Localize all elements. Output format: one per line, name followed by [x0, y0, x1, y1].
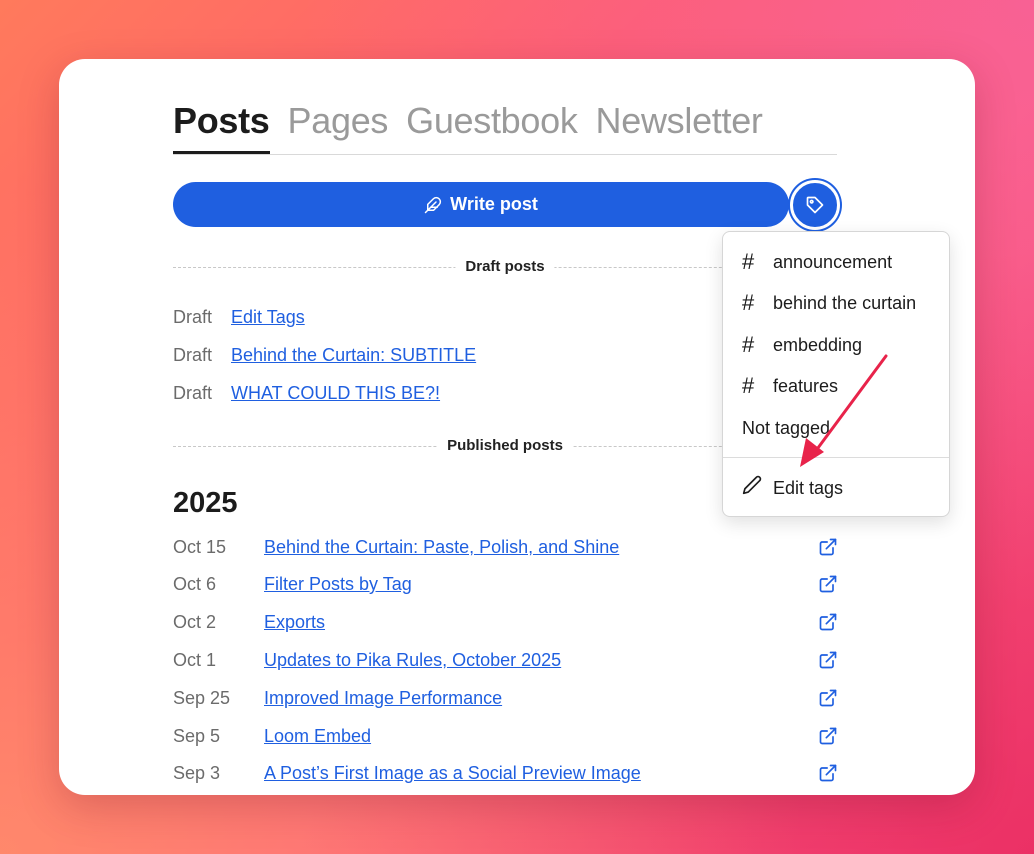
draft-status: Draft [173, 383, 213, 403]
post-row: Sep 5 Loom Embed [173, 723, 837, 749]
tab-bar: Posts Pages Guestbook Newsletter [173, 99, 837, 155]
draft-link[interactable]: Edit Tags [231, 305, 305, 329]
published-posts-heading: Published posts [437, 436, 573, 456]
tag-label: behind the curtain [773, 292, 917, 313]
hashtag-icon: # [742, 249, 755, 274]
post-date: Sep 25 [173, 688, 231, 708]
draft-status: Draft [173, 345, 213, 365]
edit-tags-menu-item[interactable]: Edit tags [723, 472, 949, 504]
post-link[interactable]: A Post’s First Image as a Social Preview… [264, 760, 641, 786]
year-heading: 2025 [173, 487, 238, 519]
tag-filter-button[interactable] [790, 180, 840, 230]
write-post-label: Write post [450, 194, 538, 214]
external-link-icon[interactable] [818, 763, 838, 783]
not-tagged-label: Not tagged [742, 417, 831, 438]
tag-menu-item-announcement[interactable]: # announcement [723, 246, 949, 278]
post-row: Sep 3 A Post’s First Image as a Social P… [173, 760, 837, 786]
post-date: Sep 3 [173, 763, 221, 783]
tab-pages[interactable]: Pages [288, 99, 389, 154]
hashtag-icon: # [742, 290, 755, 315]
draft-row: Draft WHAT COULD THIS BE?! [173, 381, 440, 405]
post-date: Sep 5 [173, 726, 221, 746]
tab-guestbook[interactable]: Guestbook [406, 99, 578, 154]
post-row: Oct 2 Exports [173, 609, 837, 635]
post-link[interactable]: Updates to Pika Rules, October 2025 [264, 647, 561, 673]
tag-menu-item-not-tagged[interactable]: Not tagged [723, 412, 949, 444]
app-window: Posts Pages Guestbook Newsletter Write p… [59, 59, 975, 795]
menu-separator [723, 457, 949, 458]
post-row: Sep 25 Improved Image Performance [173, 685, 837, 711]
tag-label: embedding [773, 334, 863, 355]
external-link-icon[interactable] [818, 574, 838, 594]
edit-tags-label: Edit tags [773, 477, 844, 498]
tab-newsletter[interactable]: Newsletter [596, 99, 763, 154]
write-post-button[interactable]: Write post [173, 182, 789, 227]
tab-posts[interactable]: Posts [173, 99, 270, 154]
external-link-icon[interactable] [818, 650, 838, 670]
external-link-icon[interactable] [818, 688, 838, 708]
draft-row: Draft Behind the Curtain: SUBTITLE [173, 343, 476, 367]
post-row: Oct 15 Behind the Curtain: Paste, Polish… [173, 534, 837, 560]
post-link[interactable]: Behind the Curtain: Paste, Polish, and S… [264, 534, 619, 560]
post-link[interactable]: Exports [264, 609, 325, 635]
tag-menu-item-behind-the-curtain[interactable]: # behind the curtain [723, 287, 949, 319]
external-link-icon[interactable] [818, 537, 838, 557]
draft-posts-heading: Draft posts [455, 257, 555, 277]
post-link[interactable]: Filter Posts by Tag [264, 571, 412, 597]
feather-icon [424, 196, 442, 213]
post-date: Oct 15 [173, 537, 227, 557]
external-link-icon[interactable] [818, 612, 838, 632]
tag-filter-menu: # announcement # behind the curtain # em… [722, 231, 950, 517]
draft-row: Draft Edit Tags [173, 305, 305, 329]
tag-menu-item-features[interactable]: # features [723, 370, 949, 402]
post-date: Oct 1 [173, 650, 217, 670]
post-row: Oct 1 Updates to Pika Rules, October 202… [173, 647, 837, 673]
post-link[interactable]: Improved Image Performance [264, 685, 502, 711]
tag-label: announcement [773, 251, 893, 272]
external-link-icon[interactable] [818, 726, 838, 746]
draft-link[interactable]: WHAT COULD THIS BE?! [231, 381, 440, 405]
post-row: Oct 6 Filter Posts by Tag [173, 571, 837, 597]
tag-icon [806, 196, 824, 214]
hashtag-icon: # [742, 332, 755, 357]
post-date: Oct 2 [173, 612, 217, 632]
draft-link[interactable]: Behind the Curtain: SUBTITLE [231, 343, 476, 367]
post-link[interactable]: Loom Embed [264, 723, 371, 749]
hashtag-icon: # [742, 373, 755, 398]
pencil-icon [723, 475, 762, 501]
draft-status: Draft [173, 307, 213, 327]
tag-label: features [773, 375, 839, 396]
post-date: Oct 6 [173, 574, 217, 594]
tag-menu-item-embedding[interactable]: # embedding [723, 329, 949, 361]
